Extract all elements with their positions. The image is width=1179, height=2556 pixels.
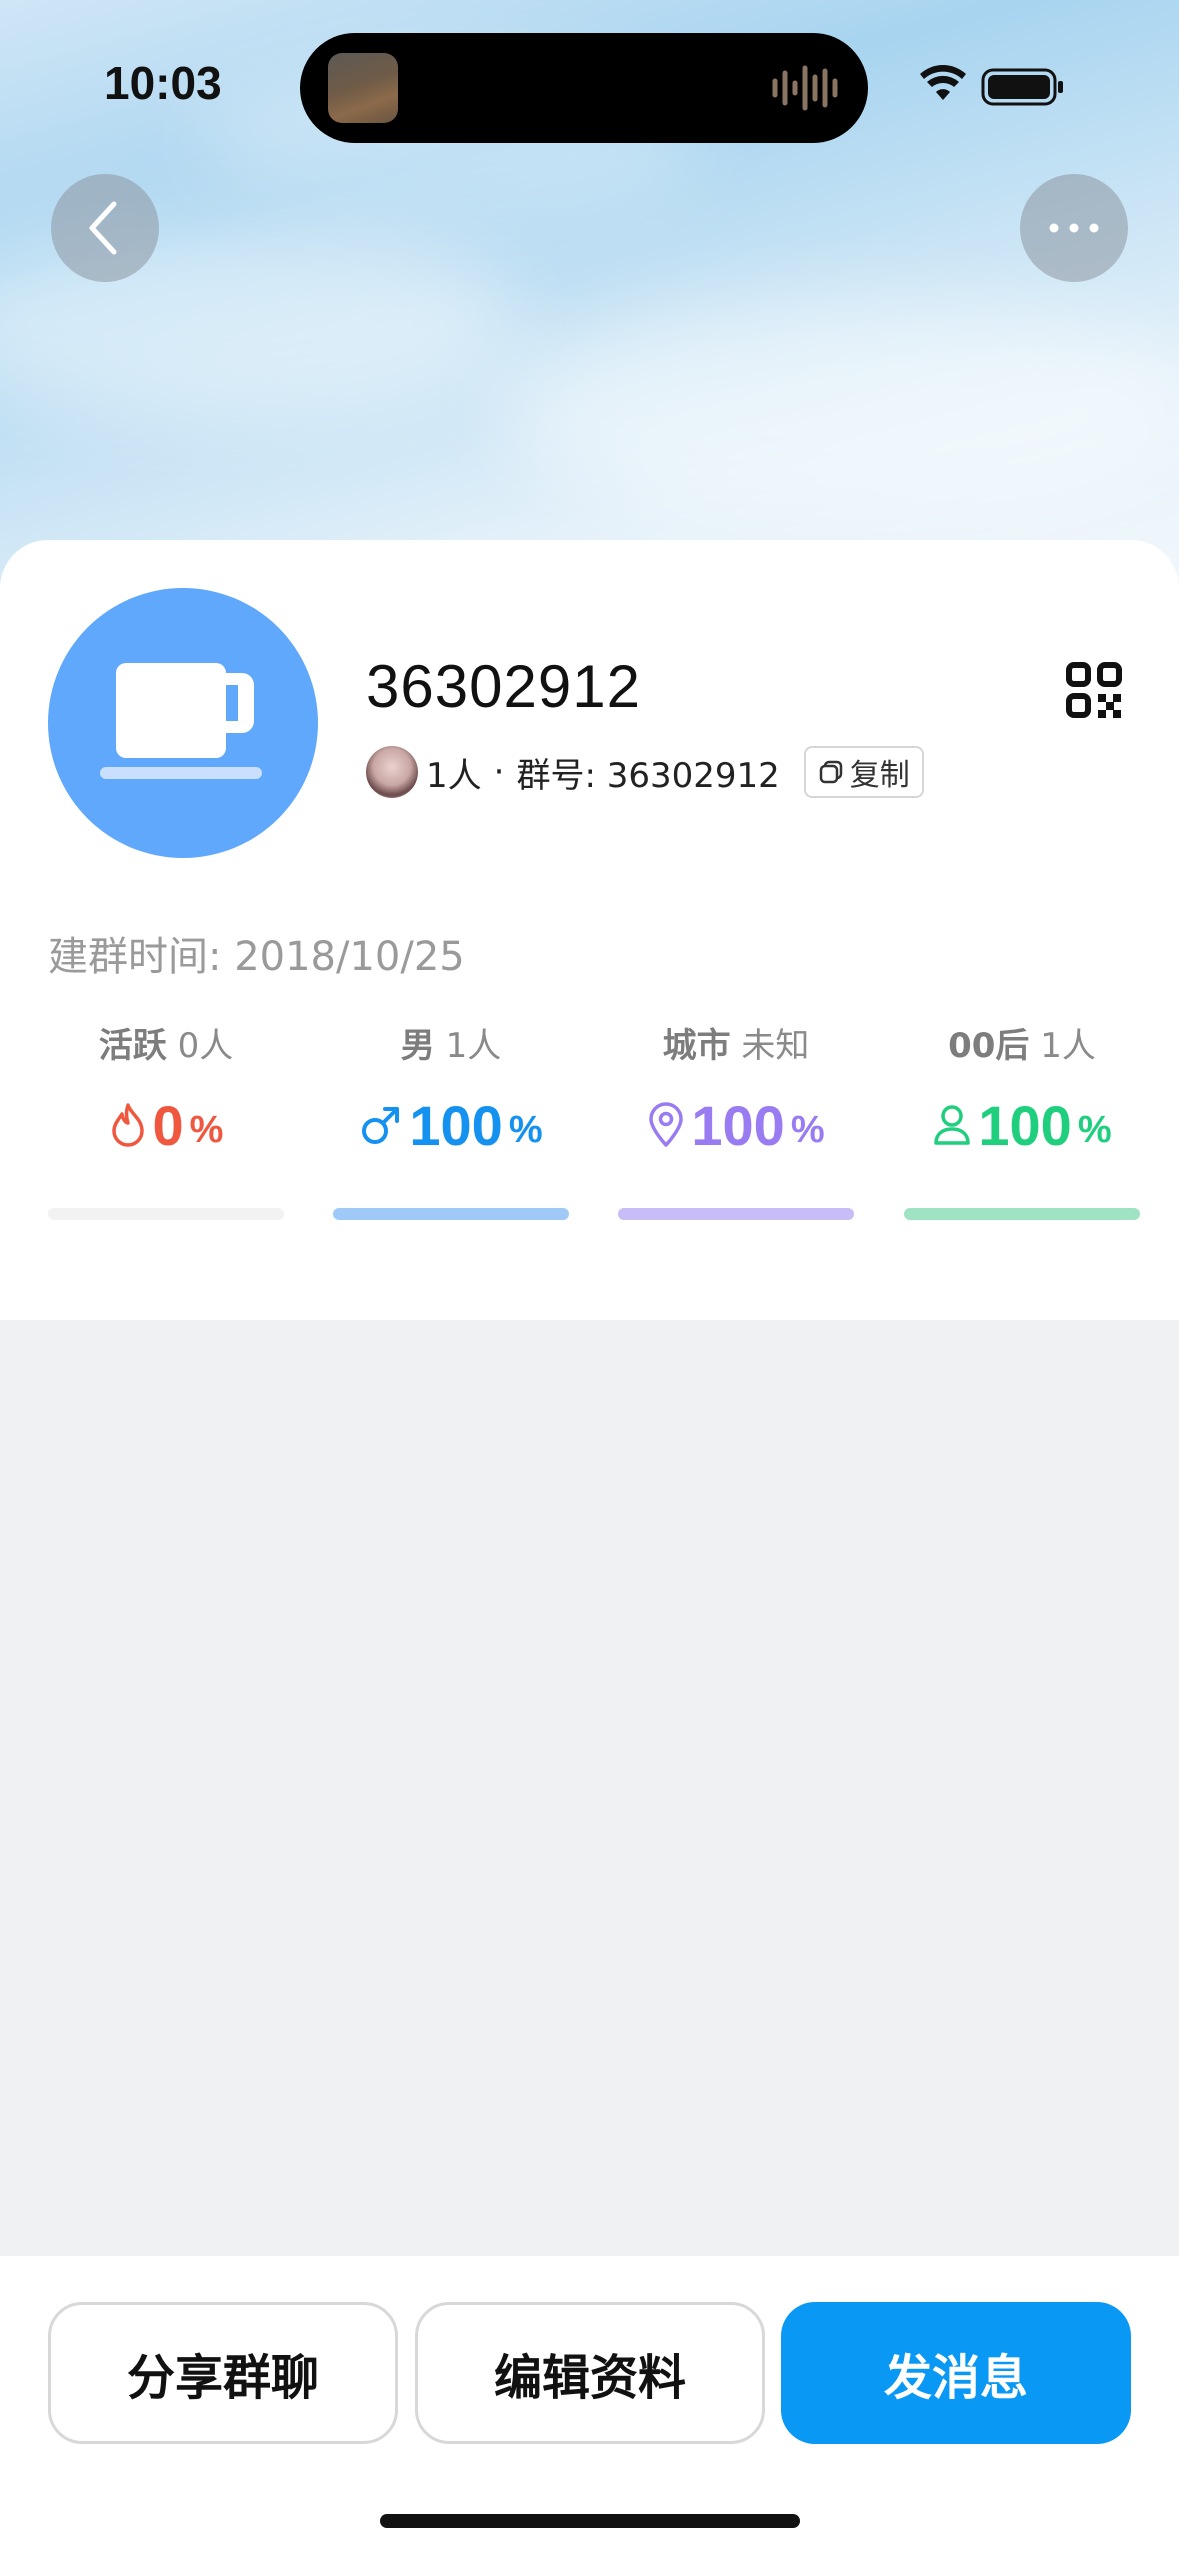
stat-unit: % — [1077, 1108, 1112, 1151]
stat-bar — [333, 1208, 569, 1220]
stat-count: 未知 — [741, 1026, 810, 1066]
share-group-button[interactable]: 分享群聊 — [48, 2302, 398, 2444]
flame-icon — [111, 1103, 144, 1147]
back-button[interactable] — [51, 174, 159, 282]
audio-waveform-icon — [772, 65, 838, 111]
status-icons — [920, 65, 1063, 106]
stat-label: 城市 — [662, 1026, 731, 1066]
group-meta-row: 1人 · 群号: 36302912 复制 — [366, 744, 924, 800]
stat-count: 0人 — [177, 1026, 234, 1066]
created-date: 建群时间: 2018/10/25 — [48, 934, 465, 980]
stat-value: 100 — [691, 1093, 785, 1157]
edit-profile-button[interactable]: 编辑资料 — [415, 2302, 765, 2444]
stat-post00[interactable]: 00后 1人 100 % — [904, 1020, 1140, 1220]
stat-unit: % — [189, 1108, 224, 1151]
meta-separator: · — [493, 752, 505, 792]
stat-label: 男 — [400, 1026, 435, 1066]
qr-code-icon[interactable] — [1066, 662, 1122, 718]
stat-count: 1人 — [1040, 1026, 1096, 1066]
dynamic-island[interactable] — [300, 33, 868, 143]
stat-label: 活跃 — [98, 1026, 167, 1066]
stat-city[interactable]: 城市 未知 100 % — [618, 1020, 854, 1220]
person-icon — [934, 1105, 971, 1145]
copy-icon — [819, 760, 843, 784]
stat-value: 0 — [152, 1093, 184, 1157]
copy-button[interactable]: 复制 — [803, 746, 924, 798]
stat-count: 1人 — [445, 1026, 502, 1066]
stat-unit: % — [508, 1108, 543, 1151]
group-name: 36302912 — [366, 653, 641, 720]
status-time: 10:03 — [104, 57, 222, 109]
member-count[interactable]: 1人 — [426, 748, 482, 797]
battery-icon — [981, 68, 1063, 106]
stat-value: 100 — [978, 1093, 1072, 1157]
stat-male[interactable]: 男 1人 100 % — [333, 1020, 569, 1220]
stat-bar — [48, 1208, 284, 1220]
coffee-cup-icon — [100, 663, 262, 779]
media-thumbnail — [328, 53, 398, 123]
copy-label: 复制 — [849, 758, 910, 793]
chevron-left-icon — [89, 201, 117, 255]
stat-active[interactable]: 活跃 0人 0 % — [48, 1020, 284, 1220]
more-button[interactable] — [1020, 174, 1128, 282]
male-icon — [362, 1107, 400, 1144]
group-id: 群号: 36302912 — [516, 755, 780, 796]
stat-unit: % — [790, 1108, 825, 1151]
stat-value: 100 — [409, 1093, 503, 1157]
home-indicator — [380, 2514, 800, 2528]
more-dots-icon — [1049, 223, 1099, 233]
member-avatar[interactable] — [366, 746, 418, 798]
stat-label: 00后 — [948, 1026, 1030, 1066]
group-stats: 活跃 0人 0 % 男 1人 100 % 城市 未知 100 % 00后 1人 … — [48, 1020, 1140, 1220]
wifi-icon — [920, 65, 966, 100]
stat-bar — [618, 1208, 854, 1220]
send-message-button[interactable]: 发消息 — [781, 2302, 1131, 2444]
group-avatar[interactable] — [48, 588, 318, 858]
location-pin-icon — [649, 1102, 684, 1147]
stat-bar — [904, 1208, 1140, 1220]
